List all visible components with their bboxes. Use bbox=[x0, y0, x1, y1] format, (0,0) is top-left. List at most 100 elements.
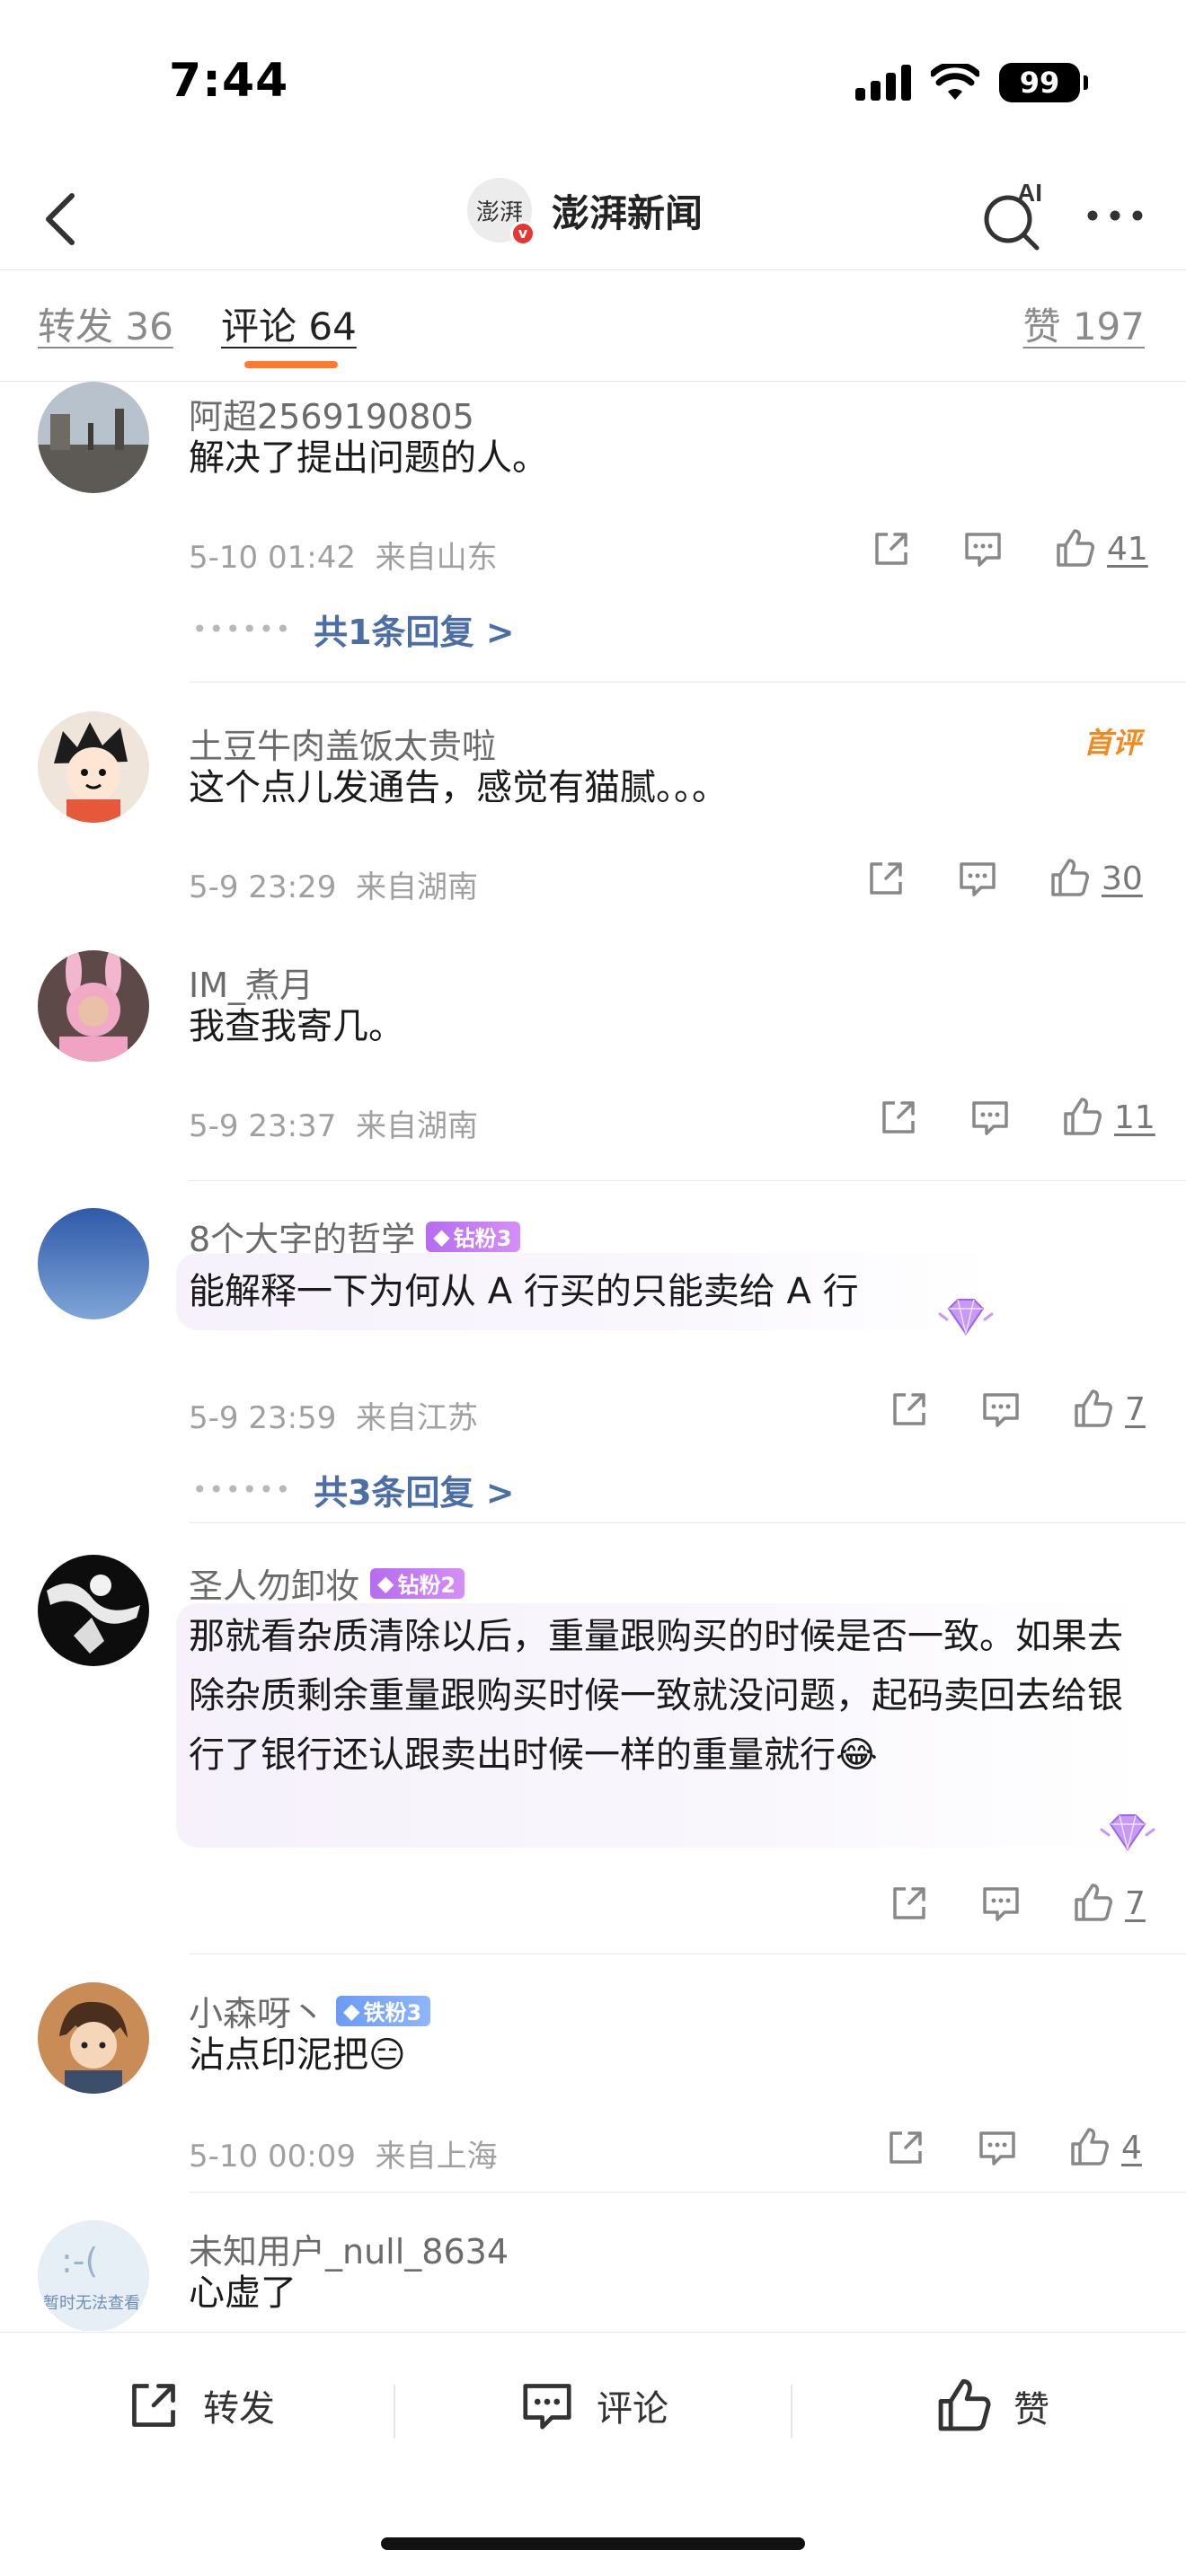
like-button[interactable]: 41 bbox=[1051, 525, 1148, 572]
avatar[interactable]: :-( 暂时无法查看 bbox=[38, 2220, 149, 2331]
more-icon[interactable] bbox=[1084, 198, 1146, 234]
comment-list[interactable]: 阿超2569190805 解决了提出问题的人。 5-10 01:42 来自山东 … bbox=[0, 382, 1186, 2331]
avatar[interactable] bbox=[38, 1555, 149, 1666]
divider bbox=[189, 1522, 1186, 1523]
fan-badge: ◆ 钻粉2 bbox=[370, 1567, 465, 1599]
comment-text: 那就看杂质清除以后，重量跟购买的时候是否一致。如果去除杂质剩余重量跟购买时候一致… bbox=[189, 1616, 1123, 1776]
account-header[interactable]: 澎湃 v 澎湃新闻 bbox=[467, 178, 703, 246]
comment-actions: 7 bbox=[886, 1880, 1146, 1927]
comment-time: 5-10 01:42 bbox=[189, 540, 356, 576]
reply-summary[interactable]: •••••• 共3条回复 > bbox=[192, 1465, 515, 1514]
avatar-caption: 暂时无法查看 bbox=[43, 2294, 140, 2313]
like-count[interactable]: 7 bbox=[1125, 1391, 1146, 1428]
reply-count-link[interactable]: 共3条回复 > bbox=[314, 1465, 515, 1514]
share-icon[interactable] bbox=[886, 1386, 933, 1433]
fan-badge-label: 铁粉3 bbox=[363, 2000, 422, 2025]
divider bbox=[791, 2385, 792, 2439]
avatar[interactable] bbox=[38, 1208, 149, 1319]
author-name[interactable]: 圣人勿卸妆 bbox=[189, 1558, 359, 1608]
comment-actions: 4 bbox=[882, 2124, 1142, 2171]
bottom-action-bar: 转发 评论 赞 bbox=[0, 2332, 1186, 2576]
avatar[interactable] bbox=[38, 382, 149, 493]
comment-actions: 30 bbox=[863, 855, 1143, 902]
share-icon[interactable] bbox=[886, 1880, 933, 1927]
share-icon[interactable] bbox=[882, 2124, 929, 2171]
like-button[interactable]: 30 bbox=[1046, 855, 1143, 902]
comment-icon[interactable] bbox=[967, 1094, 1013, 1141]
like-count[interactable]: 41 bbox=[1107, 531, 1148, 568]
tab-repost[interactable]: 转发 36 bbox=[38, 296, 173, 351]
avatar[interactable] bbox=[38, 1982, 149, 2094]
reply-count-link[interactable]: 共1条回复 > bbox=[314, 604, 515, 654]
like-icon bbox=[1064, 1098, 1102, 1135]
comment-icon[interactable] bbox=[960, 525, 1006, 572]
like-label: 赞 bbox=[1013, 2389, 1049, 2430]
like-count[interactable]: 11 bbox=[1114, 1099, 1155, 1136]
diamond-icon: ◆ bbox=[433, 1223, 450, 1249]
diamond-icon: ◆ bbox=[377, 1570, 394, 1596]
comment-item: 阿超2569190805 解决了提出问题的人。 5-10 01:42 来自山东 … bbox=[0, 382, 1186, 683]
like-count[interactable]: 30 bbox=[1102, 860, 1143, 897]
tabs: 转发 36 评论 64 赞 197 bbox=[0, 269, 1186, 381]
tab-active-indicator bbox=[244, 361, 338, 368]
comment-label: 评论 bbox=[597, 2388, 668, 2430]
tab-comments[interactable]: 评论 64 bbox=[221, 296, 357, 351]
like-button[interactable]: 11 bbox=[1058, 1094, 1155, 1141]
comment-meta: 5-9 23:59 来自江苏 bbox=[189, 1393, 478, 1437]
share-icon[interactable] bbox=[868, 525, 915, 572]
comment-text: 解决了提出问题的人。 bbox=[189, 437, 548, 479]
comment-actions: 11 bbox=[875, 1094, 1155, 1141]
tab-likes[interactable]: 赞 197 bbox=[1022, 296, 1145, 351]
share-icon[interactable] bbox=[875, 1094, 922, 1141]
comment-meta: 5-9 23:37 来自湖南 bbox=[189, 1101, 478, 1145]
share-icon[interactable] bbox=[863, 855, 909, 902]
comment-item: IM_煮月 我查我寄几。 5-9 23:37 来自湖南 11 bbox=[0, 943, 1186, 1181]
comment-button[interactable]: 评论 bbox=[516, 2374, 668, 2437]
share-icon bbox=[132, 2384, 175, 2427]
comment-icon[interactable] bbox=[978, 1880, 1024, 1927]
comment-icon[interactable] bbox=[954, 855, 1001, 902]
home-indicator[interactable] bbox=[381, 2537, 805, 2550]
comment-actions: 7 bbox=[886, 1386, 1146, 1433]
like-icon bbox=[1057, 529, 1094, 567]
comment-location: 来自湖南 bbox=[355, 1108, 478, 1144]
like-count[interactable]: 4 bbox=[1121, 2130, 1142, 2166]
repost-button[interactable]: 转发 bbox=[122, 2374, 275, 2437]
comment-item: 土豆牛肉盖饭太贵啦 首评 这个点儿发通告，感觉有猫腻。。。 5-9 23:29 … bbox=[0, 683, 1186, 943]
fan-badge-label: 钻粉2 bbox=[397, 1573, 456, 1598]
like-button[interactable]: 赞 bbox=[931, 2374, 1049, 2439]
comment-icon bbox=[523, 2384, 571, 2430]
comment-item: 圣人勿卸妆 ◆ 钻粉2 那就看杂质清除以后，重量跟购买的时候是否一致。如果去除杂质… bbox=[0, 1522, 1186, 1954]
nav-bar: 澎湃 v 澎湃新闻 AI bbox=[0, 171, 1186, 269]
like-icon bbox=[1075, 1389, 1112, 1427]
comment-meta: 5-9 23:29 来自湖南 bbox=[189, 862, 478, 906]
ai-label: AI bbox=[1017, 180, 1042, 207]
reply-summary[interactable]: •••••• 共1条回复 > bbox=[192, 604, 515, 654]
fan-badge: ◆ 钻粉3 bbox=[426, 1221, 521, 1252]
avatar[interactable] bbox=[38, 711, 149, 823]
cellular-signal-icon bbox=[855, 65, 911, 101]
battery-icon: 99 bbox=[999, 63, 1088, 102]
like-icon bbox=[938, 2378, 991, 2431]
comment-item: 8个大字的哲学 ◆ 钻粉3 能解释一下为何从 A 行买的只能卖给 A 行 5-9 … bbox=[0, 1181, 1186, 1522]
comment-time: 5-9 23:37 bbox=[189, 1108, 337, 1144]
avatar[interactable] bbox=[38, 950, 149, 1062]
repost-label: 转发 bbox=[203, 2388, 275, 2430]
account-avatar[interactable]: 澎湃 v bbox=[467, 178, 535, 246]
back-icon[interactable] bbox=[27, 183, 99, 255]
comment-text: 心虚了 bbox=[189, 2272, 296, 2314]
like-count[interactable]: 7 bbox=[1125, 1885, 1146, 1922]
dots-icon: •••••• bbox=[192, 614, 293, 644]
like-button[interactable]: 7 bbox=[1069, 1880, 1146, 1927]
status-icons: 99 bbox=[855, 63, 1088, 102]
comment-icon[interactable] bbox=[978, 1386, 1024, 1433]
comment-author[interactable]: 圣人勿卸妆 ◆ 钻粉2 bbox=[189, 1558, 465, 1608]
comment-icon[interactable] bbox=[974, 2124, 1021, 2171]
ai-search-icon[interactable]: AI bbox=[979, 180, 1051, 251]
status-time: 7:44 bbox=[169, 54, 289, 108]
comment-location: 来自湖南 bbox=[355, 869, 478, 905]
comment-time: 5-9 23:29 bbox=[189, 869, 337, 905]
like-button[interactable]: 4 bbox=[1066, 2124, 1142, 2171]
gem-icon bbox=[938, 1299, 994, 1336]
like-button[interactable]: 7 bbox=[1069, 1386, 1146, 1433]
